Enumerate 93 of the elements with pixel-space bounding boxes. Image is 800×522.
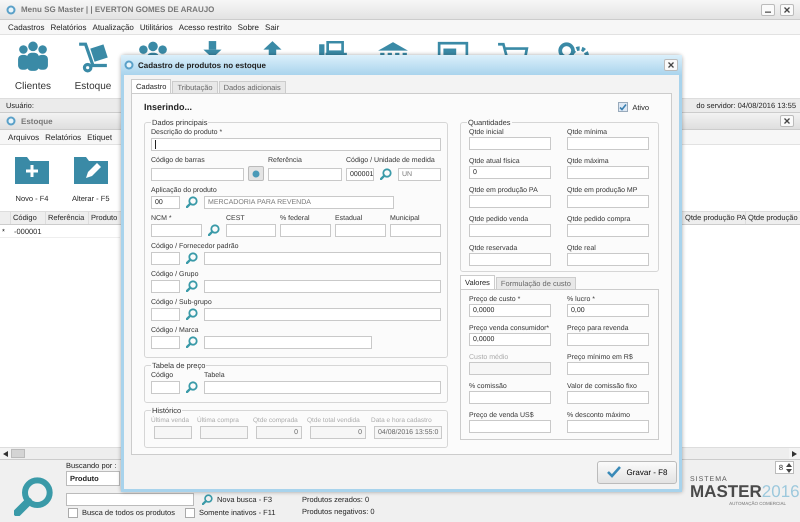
input-field[interactable] (268, 168, 342, 181)
close-button[interactable] (780, 4, 794, 16)
input-field[interactable] (469, 137, 551, 150)
save-button[interactable]: Gravar - F8 (597, 460, 677, 484)
input-field[interactable] (204, 280, 441, 293)
input-field[interactable] (567, 362, 649, 375)
menu-item[interactable]: Etiquet (87, 132, 112, 142)
menu-item[interactable]: Sair (265, 22, 280, 32)
printer-icon[interactable] (317, 41, 349, 55)
checkmark-icon (619, 103, 628, 111)
people-icon[interactable] (137, 41, 169, 55)
menu-item[interactable]: Atualização (92, 22, 134, 32)
menu-item[interactable]: Utilitários (140, 22, 173, 32)
toolbar-label[interactable]: Clientes (14, 81, 52, 92)
input-field[interactable] (226, 224, 276, 237)
checkbox[interactable] (618, 102, 628, 112)
input-field[interactable] (567, 333, 649, 346)
input-field[interactable] (204, 252, 441, 265)
search-icon[interactable] (380, 168, 392, 180)
input-field[interactable] (567, 253, 649, 266)
search-icon[interactable] (14, 476, 54, 516)
menu-item[interactable]: Sobre (238, 22, 260, 32)
input-field[interactable] (151, 381, 180, 394)
search-icon[interactable] (186, 381, 198, 393)
close-button[interactable] (780, 115, 794, 127)
menu-item[interactable]: Arquivos (8, 132, 40, 142)
cart-icon[interactable] (497, 41, 529, 55)
logo-year: 2016 (762, 483, 800, 501)
input-field[interactable] (151, 280, 180, 293)
input-field[interactable] (335, 224, 386, 237)
input-field[interactable] (151, 252, 180, 265)
menu-item[interactable]: Cadastros (8, 22, 44, 32)
search-icon[interactable] (186, 280, 198, 292)
mode-label: Inserindo... (144, 102, 192, 112)
scroll-left-button[interactable] (0, 448, 11, 459)
close-icon (668, 62, 674, 68)
app-icon (6, 116, 16, 126)
close-icon (784, 6, 790, 12)
dialog-title: Cadastro de produtos no estoque (138, 60, 268, 70)
menu-item[interactable]: Acesso restrito (178, 22, 232, 32)
search-icon[interactable] (208, 224, 220, 236)
menu-item[interactable]: Relatórios (45, 132, 82, 142)
input-field[interactable] (469, 391, 551, 404)
input-field[interactable] (390, 224, 441, 237)
checkmark-icon (606, 466, 621, 478)
input-field[interactable] (567, 137, 649, 150)
toolbar-label[interactable]: Estoque (74, 81, 112, 92)
spinner-arrows-icon[interactable] (786, 462, 792, 472)
search-icon[interactable] (186, 308, 198, 320)
input-field[interactable] (469, 253, 551, 266)
checkbox[interactable] (184, 508, 195, 518)
input-field[interactable] (469, 195, 551, 208)
search-icon[interactable] (202, 494, 213, 505)
input-field[interactable] (204, 336, 372, 349)
input-field[interactable] (151, 336, 180, 349)
menu-item[interactable]: Relatórios (50, 22, 86, 32)
scroll-right-button[interactable] (789, 448, 800, 459)
search-field[interactable] (66, 493, 194, 506)
input-field[interactable] (567, 224, 649, 237)
input-field[interactable] (469, 362, 551, 375)
circle-icon (252, 170, 260, 178)
logo-wordmark: MASTER (690, 483, 762, 501)
window-title: Menu SG Master | | EVERTON GOMES DE ARAUJO (21, 5, 214, 14)
app-icon (6, 4, 16, 14)
people-icon[interactable] (17, 41, 49, 73)
checkbox[interactable] (68, 508, 78, 518)
right-arrow-icon (792, 450, 797, 456)
input-field[interactable] (280, 224, 331, 237)
input-field[interactable] (204, 308, 441, 321)
input-field[interactable] (567, 391, 649, 404)
search-icon[interactable] (186, 196, 198, 208)
input-field[interactable] (567, 166, 649, 179)
input-field[interactable] (567, 195, 649, 208)
scrollbar-thumb[interactable] (11, 449, 25, 458)
bank-icon[interactable] (377, 41, 409, 55)
input-field[interactable] (469, 224, 551, 237)
scan-button[interactable] (248, 166, 264, 181)
input-field[interactable] (469, 420, 551, 433)
input-field[interactable] (567, 420, 649, 433)
minimize-button[interactable] (761, 4, 775, 16)
left-arrow-icon (3, 450, 8, 456)
hand-truck-icon[interactable] (77, 41, 109, 73)
input-field[interactable] (151, 168, 244, 181)
input-field[interactable] (151, 308, 180, 321)
search-icon[interactable] (186, 336, 198, 348)
input-field[interactable] (151, 224, 202, 237)
close-button[interactable] (664, 59, 678, 71)
close-icon (784, 118, 790, 124)
window-title: Estoque (21, 116, 53, 126)
input-field[interactable] (151, 138, 441, 151)
app-icon (124, 60, 134, 70)
search-icon[interactable] (186, 252, 198, 264)
input-field[interactable] (204, 381, 441, 394)
